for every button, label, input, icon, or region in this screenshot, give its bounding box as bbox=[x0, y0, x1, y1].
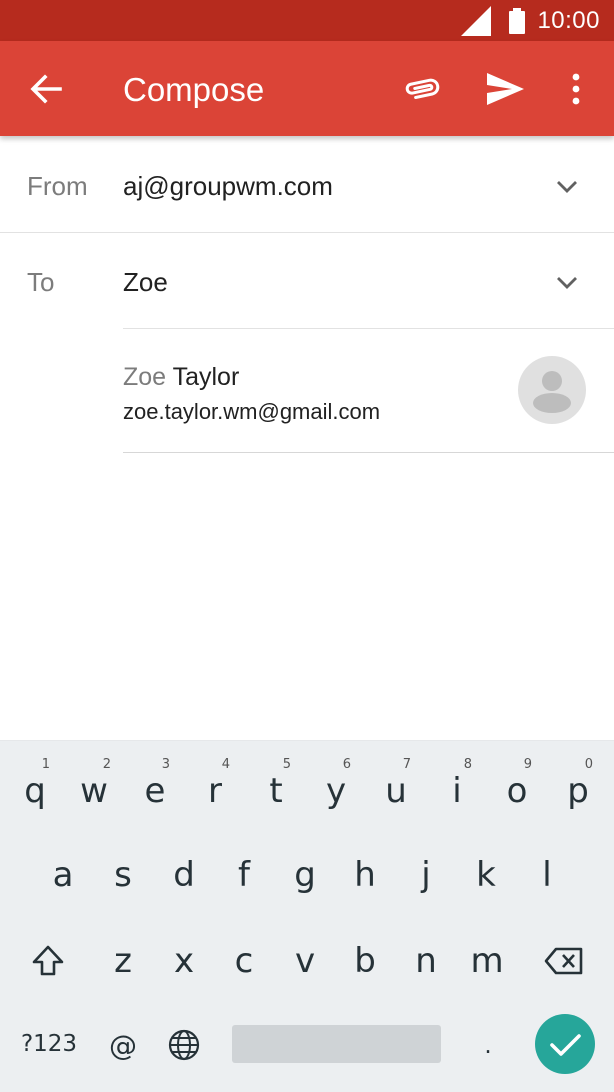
key-r[interactable]: r4 bbox=[202, 757, 230, 811]
key-m[interactable]: m bbox=[469, 941, 505, 981]
enter-button[interactable] bbox=[535, 1014, 595, 1074]
spacebar[interactable] bbox=[232, 1025, 441, 1063]
key-z[interactable]: z bbox=[110, 941, 136, 981]
key-o[interactable]: o9 bbox=[504, 757, 532, 811]
more-vert-icon[interactable] bbox=[562, 69, 590, 109]
key-a[interactable]: a bbox=[50, 855, 76, 895]
key-f[interactable]: f bbox=[231, 855, 257, 895]
battery-icon bbox=[509, 7, 526, 34]
to-label: To bbox=[27, 267, 55, 297]
key-h[interactable]: h bbox=[352, 855, 378, 895]
signal-icon bbox=[461, 5, 492, 36]
page-title: Compose bbox=[123, 71, 265, 108]
backspace-icon[interactable] bbox=[544, 946, 584, 976]
status-bar: 10:00 bbox=[0, 0, 614, 41]
key-b[interactable]: b bbox=[352, 941, 378, 981]
globe-icon[interactable] bbox=[167, 1028, 201, 1062]
keyboard: q1 w2 e3 r4 t5 y6 u7 i8 o9 p0 a s d f g … bbox=[0, 740, 614, 1092]
contact-suggestion[interactable]: Zoe Taylor zoe.taylor.wm@gmail.com bbox=[123, 329, 614, 453]
chevron-down-icon[interactable] bbox=[554, 269, 580, 295]
check-icon bbox=[550, 1034, 581, 1056]
person-icon bbox=[533, 371, 571, 413]
key-i[interactable]: i8 bbox=[444, 757, 472, 811]
to-row[interactable]: To Zoe bbox=[0, 233, 614, 329]
key-q[interactable]: q1 bbox=[22, 757, 50, 811]
key-y[interactable]: y6 bbox=[323, 757, 351, 811]
from-row[interactable]: From aj@groupwm.com bbox=[0, 137, 614, 233]
key-d[interactable]: d bbox=[171, 855, 197, 895]
key-l[interactable]: l bbox=[534, 855, 560, 895]
send-icon[interactable] bbox=[484, 69, 526, 109]
suggestion-name: Zoe Taylor bbox=[123, 363, 240, 391]
from-value[interactable]: aj@groupwm.com bbox=[123, 171, 333, 202]
key-e[interactable]: e3 bbox=[142, 757, 170, 811]
key-n[interactable]: n bbox=[413, 941, 439, 981]
symbols-key[interactable]: ?123 bbox=[18, 1031, 80, 1057]
key-g[interactable]: g bbox=[292, 855, 318, 895]
back-arrow-icon[interactable] bbox=[26, 69, 66, 109]
key-v[interactable]: v bbox=[292, 941, 318, 981]
suggestion-email: zoe.taylor.wm@gmail.com bbox=[123, 399, 381, 424]
key-s[interactable]: s bbox=[110, 855, 136, 895]
at-key[interactable]: @ bbox=[108, 1029, 138, 1062]
attachment-icon[interactable] bbox=[400, 69, 444, 109]
status-time: 10:00 bbox=[537, 6, 600, 34]
key-w[interactable]: w2 bbox=[79, 757, 111, 811]
key-x[interactable]: x bbox=[171, 941, 197, 981]
avatar bbox=[518, 356, 586, 424]
key-j[interactable]: j bbox=[413, 855, 439, 895]
period-key[interactable]: . bbox=[478, 1033, 498, 1059]
key-t[interactable]: t5 bbox=[263, 757, 291, 811]
shift-icon[interactable] bbox=[30, 943, 66, 979]
key-p[interactable]: p0 bbox=[565, 757, 593, 811]
key-c[interactable]: c bbox=[231, 941, 257, 981]
key-u[interactable]: u7 bbox=[383, 757, 411, 811]
to-input[interactable]: Zoe bbox=[123, 267, 168, 298]
app-bar: Compose bbox=[0, 41, 614, 136]
chevron-down-icon[interactable] bbox=[554, 173, 580, 199]
key-k[interactable]: k bbox=[473, 855, 499, 895]
from-label: From bbox=[27, 171, 88, 201]
